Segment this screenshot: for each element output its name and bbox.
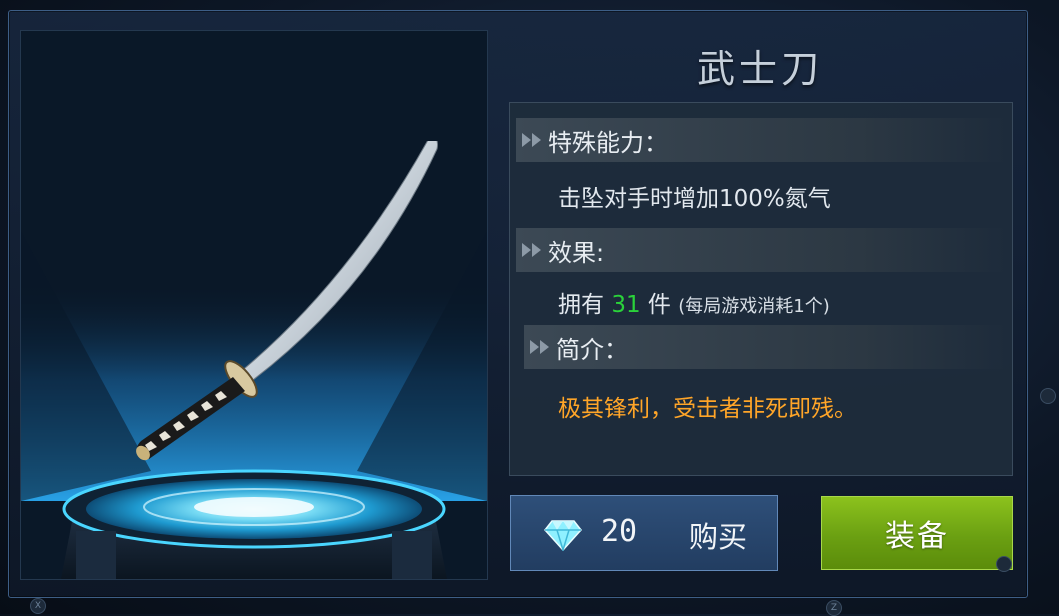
katana-image [136, 141, 438, 461]
own-prefix: 拥有 [558, 292, 604, 318]
ability-text: 击坠对手时增加100%氮气 [558, 186, 831, 212]
item-info-panel: 特殊能力： 击坠对手时增加100%氮气 效果: 拥有 31 件 (每局游戏消耗1… [509, 102, 1013, 476]
effect-title: 效果: [548, 238, 605, 267]
equip-hint-icon [996, 556, 1012, 572]
double-arrow-icon [522, 133, 542, 147]
ability-title: 特殊能力： [548, 128, 668, 157]
double-arrow-icon [522, 243, 542, 257]
consume-note: (每局游戏消耗1个) [678, 296, 830, 317]
item-title: 武士刀 [696, 47, 823, 91]
own-unit: 件 [647, 292, 671, 318]
intro-header: 简介： [524, 325, 1006, 369]
buy-label: 购买 [689, 520, 748, 554]
buy-button[interactable]: 20 购买 [510, 495, 778, 571]
key-hint-x-icon: X [30, 598, 46, 614]
ability-header: 特殊能力： [516, 118, 1006, 162]
equip-button[interactable]: 装备 [821, 496, 1013, 570]
effect-header: 效果: [516, 228, 1006, 272]
intro-text: 极其锋利，受击者非死即残。 [558, 396, 857, 422]
item-showcase [20, 30, 488, 580]
effect-text: 拥有 31 件 (每局游戏消耗1个) [558, 285, 830, 319]
price-value: 20 [601, 514, 638, 549]
double-arrow-icon [530, 340, 550, 354]
diamond-icon [544, 520, 582, 551]
side-hint-icon [1040, 388, 1056, 404]
intro-title: 简介： [556, 335, 628, 364]
own-count: 31 [611, 292, 641, 318]
